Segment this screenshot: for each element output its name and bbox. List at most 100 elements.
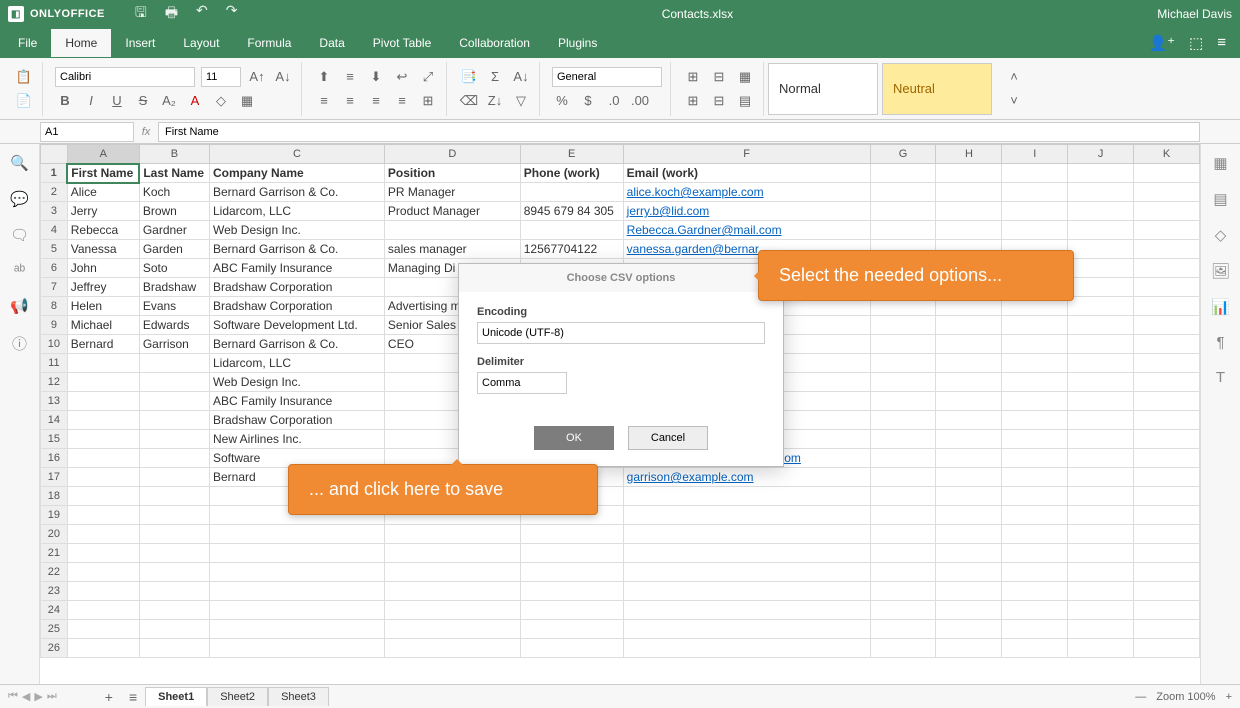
encoding-select[interactable] xyxy=(477,322,765,344)
col-header[interactable]: J xyxy=(1068,145,1134,164)
cell[interactable] xyxy=(1068,354,1134,373)
dec-increase-icon[interactable]: .00 xyxy=(630,91,650,111)
cell[interactable]: Alice xyxy=(67,183,139,202)
cell[interactable] xyxy=(1068,506,1134,525)
col-header[interactable]: H xyxy=(936,145,1002,164)
cell[interactable]: Software Development Ltd. xyxy=(209,316,384,335)
image-settings-icon[interactable]: 🖼 xyxy=(1211,262,1230,280)
col-header[interactable]: C xyxy=(209,145,384,164)
sheet-prev-icon[interactable]: ◀ xyxy=(22,690,30,703)
cell[interactable] xyxy=(139,449,209,468)
cell[interactable]: New Airlines Inc. xyxy=(209,430,384,449)
about-icon[interactable]: ⓘ xyxy=(12,333,27,354)
align-top-icon[interactable]: ⬆ xyxy=(314,67,334,87)
cell[interactable] xyxy=(1002,639,1068,658)
cell[interactable] xyxy=(1134,601,1200,620)
cell[interactable]: garrison@example.com xyxy=(623,468,870,487)
sheet-tab-3[interactable]: Sheet3 xyxy=(268,687,329,706)
row-header[interactable]: 26 xyxy=(41,639,68,658)
cell[interactable]: Bradshaw Corporation xyxy=(209,297,384,316)
cell[interactable] xyxy=(1134,259,1200,278)
subsuper-icon[interactable]: A₂ xyxy=(159,91,179,111)
cell[interactable] xyxy=(1002,487,1068,506)
cell[interactable] xyxy=(67,639,139,658)
cell[interactable] xyxy=(1134,449,1200,468)
col-header[interactable]: B xyxy=(139,145,209,164)
cell[interactable]: Michael xyxy=(67,316,139,335)
settings-icon[interactable]: ≡ xyxy=(1217,34,1226,52)
clear-icon[interactable]: ⌫ xyxy=(459,91,479,111)
textart-settings-icon[interactable]: T xyxy=(1216,369,1225,386)
cell[interactable] xyxy=(1002,221,1068,240)
cell[interactable] xyxy=(209,525,384,544)
cell[interactable] xyxy=(139,620,209,639)
row-header[interactable]: 1 xyxy=(41,164,68,183)
cell[interactable] xyxy=(1002,620,1068,639)
row-header[interactable]: 22 xyxy=(41,563,68,582)
menu-file[interactable]: File xyxy=(4,29,51,57)
sheet-tab-1[interactable]: Sheet1 xyxy=(145,687,207,706)
cell[interactable] xyxy=(1002,506,1068,525)
fill-color-icon[interactable]: ◇ xyxy=(211,91,231,111)
cell[interactable]: Evans xyxy=(139,297,209,316)
cell[interactable] xyxy=(1002,449,1068,468)
row-header[interactable]: 13 xyxy=(41,392,68,411)
zoom-out-icon[interactable]: — xyxy=(1135,691,1146,703)
copy-icon[interactable]: 📋 xyxy=(14,67,34,87)
merge-icon[interactable]: ⊞ xyxy=(418,91,438,111)
cell[interactable] xyxy=(520,601,623,620)
cell[interactable] xyxy=(1068,221,1134,240)
italic-icon[interactable]: I xyxy=(81,91,101,111)
cell[interactable] xyxy=(1134,639,1200,658)
feedback-icon[interactable]: 📢 xyxy=(10,297,29,315)
cell[interactable] xyxy=(1134,335,1200,354)
cell-reference-input[interactable] xyxy=(40,122,134,142)
cell[interactable] xyxy=(1134,392,1200,411)
cell[interactable] xyxy=(1068,278,1134,297)
cell[interactable] xyxy=(870,601,936,620)
cell[interactable]: Bradshaw Corporation xyxy=(209,411,384,430)
cell[interactable] xyxy=(870,506,936,525)
cell[interactable] xyxy=(1134,430,1200,449)
cell[interactable] xyxy=(870,563,936,582)
cell[interactable] xyxy=(67,430,139,449)
menu-data[interactable]: Data xyxy=(305,29,358,57)
cell[interactable] xyxy=(139,639,209,658)
formula-input[interactable] xyxy=(158,122,1200,142)
row-header[interactable]: 14 xyxy=(41,411,68,430)
cell[interactable] xyxy=(1068,316,1134,335)
cell[interactable] xyxy=(936,411,1002,430)
row-header[interactable]: 16 xyxy=(41,449,68,468)
cell[interactable]: Bernard Garrison & Co. xyxy=(209,183,384,202)
cell[interactable]: Helen xyxy=(67,297,139,316)
cell[interactable]: Gardner xyxy=(139,221,209,240)
cell[interactable]: sales manager xyxy=(384,240,520,259)
cell[interactable] xyxy=(520,639,623,658)
col-header[interactable]: G xyxy=(870,145,936,164)
border-icon[interactable]: ▦ xyxy=(237,91,257,111)
cell[interactable]: Edwards xyxy=(139,316,209,335)
cell[interactable] xyxy=(936,183,1002,202)
cell[interactable] xyxy=(870,544,936,563)
delete-cells2-icon[interactable]: ⊟ xyxy=(709,91,729,111)
style-scroll-down-icon[interactable]: ˅ xyxy=(1004,91,1024,111)
save-icon[interactable]: 🖫 xyxy=(135,2,147,26)
cell[interactable]: Soto xyxy=(139,259,209,278)
cell[interactable]: Garden xyxy=(139,240,209,259)
cell[interactable] xyxy=(936,354,1002,373)
cell[interactable]: Phone (work) xyxy=(520,164,623,183)
paste-icon[interactable]: 📄 xyxy=(14,91,34,111)
insert-cells2-icon[interactable]: ⊞ xyxy=(683,91,703,111)
cell[interactable] xyxy=(936,373,1002,392)
cell[interactable] xyxy=(870,430,936,449)
cell[interactable] xyxy=(870,411,936,430)
format-table-icon[interactable]: ▤ xyxy=(735,91,755,111)
cell[interactable]: Bernard Garrison & Co. xyxy=(209,240,384,259)
ok-button[interactable]: OK xyxy=(534,426,614,450)
menu-collab[interactable]: Collaboration xyxy=(445,29,544,57)
accounting-icon[interactable]: $ xyxy=(578,91,598,111)
cell[interactable] xyxy=(623,639,870,658)
user-name[interactable]: Michael Davis xyxy=(1157,7,1232,21)
number-format-select[interactable] xyxy=(552,67,662,87)
cell[interactable] xyxy=(1134,525,1200,544)
